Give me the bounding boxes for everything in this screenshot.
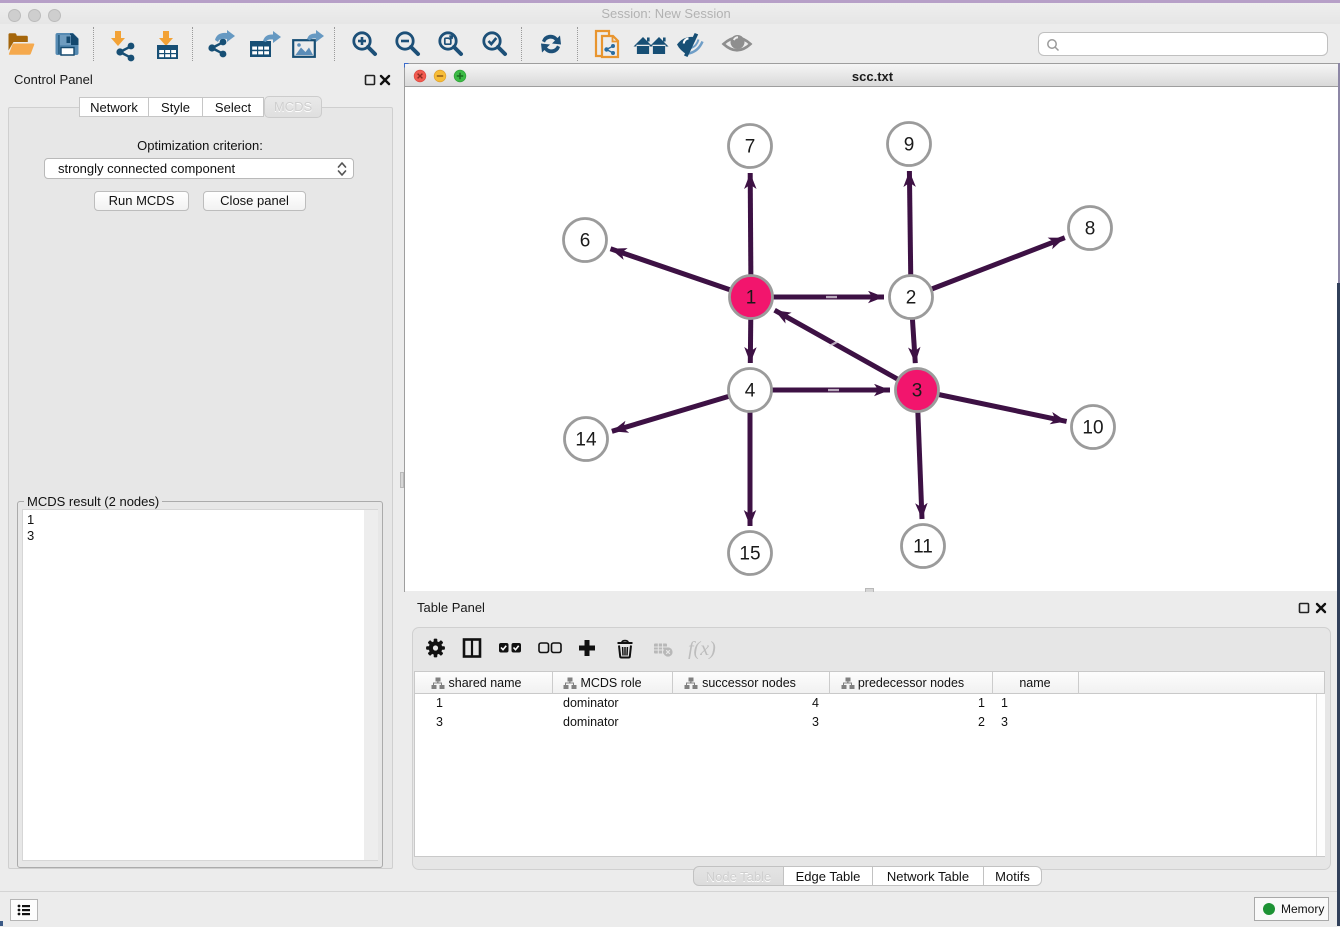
svg-text:2: 2 — [906, 288, 917, 309]
svg-text:9: 9 — [904, 135, 915, 156]
svg-text:4: 4 — [745, 381, 756, 402]
svg-text:3: 3 — [912, 381, 923, 402]
svg-text:f(x): f(x) — [688, 638, 716, 659]
svg-text:6: 6 — [580, 231, 591, 252]
svg-text:14: 14 — [575, 430, 597, 451]
svg-text:10: 10 — [1082, 418, 1103, 439]
svg-text:1: 1 — [746, 288, 757, 309]
svg-text:11: 11 — [913, 537, 933, 558]
svg-text:15: 15 — [739, 544, 760, 565]
svg-text:8: 8 — [1085, 219, 1096, 240]
svg-text:7: 7 — [745, 137, 756, 158]
